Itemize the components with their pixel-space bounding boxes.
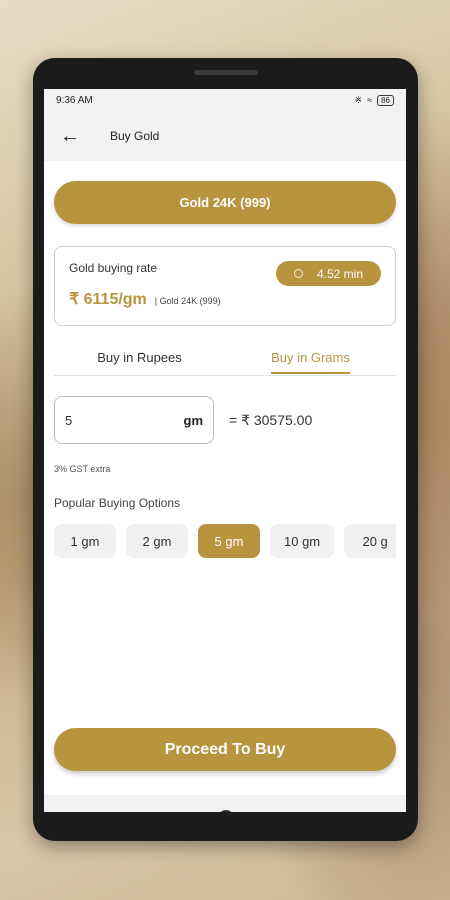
grams-input-box[interactable]: gm [54, 396, 214, 444]
rate-timer-badge: 4.52 min [276, 261, 381, 286]
option-chip-1gm[interactable]: 1 gm [54, 524, 116, 558]
rate-card: Gold buying rate 4.52 min ₹ 6115/gm | Go… [54, 246, 396, 326]
back-arrow-icon[interactable]: ← [60, 125, 84, 148]
battery-icon: 86 [377, 94, 394, 106]
option-chip-2gm[interactable]: 2 gm [126, 524, 188, 558]
gst-note: 3% GST extra [54, 464, 111, 474]
app-bar: ← Buy Gold [44, 111, 406, 161]
phone-speaker [194, 70, 258, 75]
gold-type-button[interactable]: Gold 24K (999) [54, 181, 396, 224]
tab-label: Buy in Rupees [97, 350, 182, 365]
rate-line: ₹ 6115/gm | Gold 24K (999) [69, 289, 381, 309]
grams-unit: gm [183, 412, 204, 428]
buy-mode-tabs: Buy in Rupees Buy in Grams [54, 344, 396, 376]
tab-buy-in-rupees[interactable]: Buy in Rupees [54, 344, 225, 375]
page-title: Buy Gold [110, 129, 160, 143]
status-bar: 9:36 AM ※ ≈ 86 [44, 89, 406, 111]
clock-icon [293, 269, 303, 278]
amount-row: gm = ₹ 30575.00 [54, 396, 396, 444]
timer-text: 4.52 min [316, 266, 364, 281]
rate-value: ₹ 6115/gm [69, 291, 147, 308]
option-chip-20gm[interactable]: 20 g [344, 524, 396, 558]
total-amount: = ₹ 30575.00 [229, 411, 313, 428]
tab-label: Buy in Grams [271, 350, 350, 374]
signal-icon: ※ [354, 94, 363, 105]
popular-options-list: 1 gm 2 gm 5 gm 10 gm 20 g [54, 524, 396, 558]
option-chip-10gm[interactable]: 10 gm [270, 524, 335, 558]
app-screen: 9:36 AM ※ ≈ 86 ← Buy Gold Gold 24K (999)… [44, 89, 406, 812]
status-time: 9:36 AM [56, 94, 93, 106]
status-icons: ※ ≈ 86 [354, 94, 394, 106]
rate-subtext: | Gold 24K (999) [154, 296, 221, 306]
wifi-icon: ≈ [367, 95, 373, 105]
tab-buy-in-grams[interactable]: Buy in Grams [225, 344, 396, 375]
popular-options-title: Popular Buying Options [54, 496, 181, 510]
phone-frame: 9:36 AM ※ ≈ 86 ← Buy Gold Gold 24K (999)… [33, 58, 418, 841]
system-nav-bar [44, 795, 406, 812]
grams-input[interactable] [65, 412, 165, 428]
option-chip-5gm[interactable]: 5 gm [198, 524, 260, 558]
proceed-to-buy-button[interactable]: Proceed To Buy [54, 728, 396, 771]
home-icon[interactable] [217, 810, 234, 812]
